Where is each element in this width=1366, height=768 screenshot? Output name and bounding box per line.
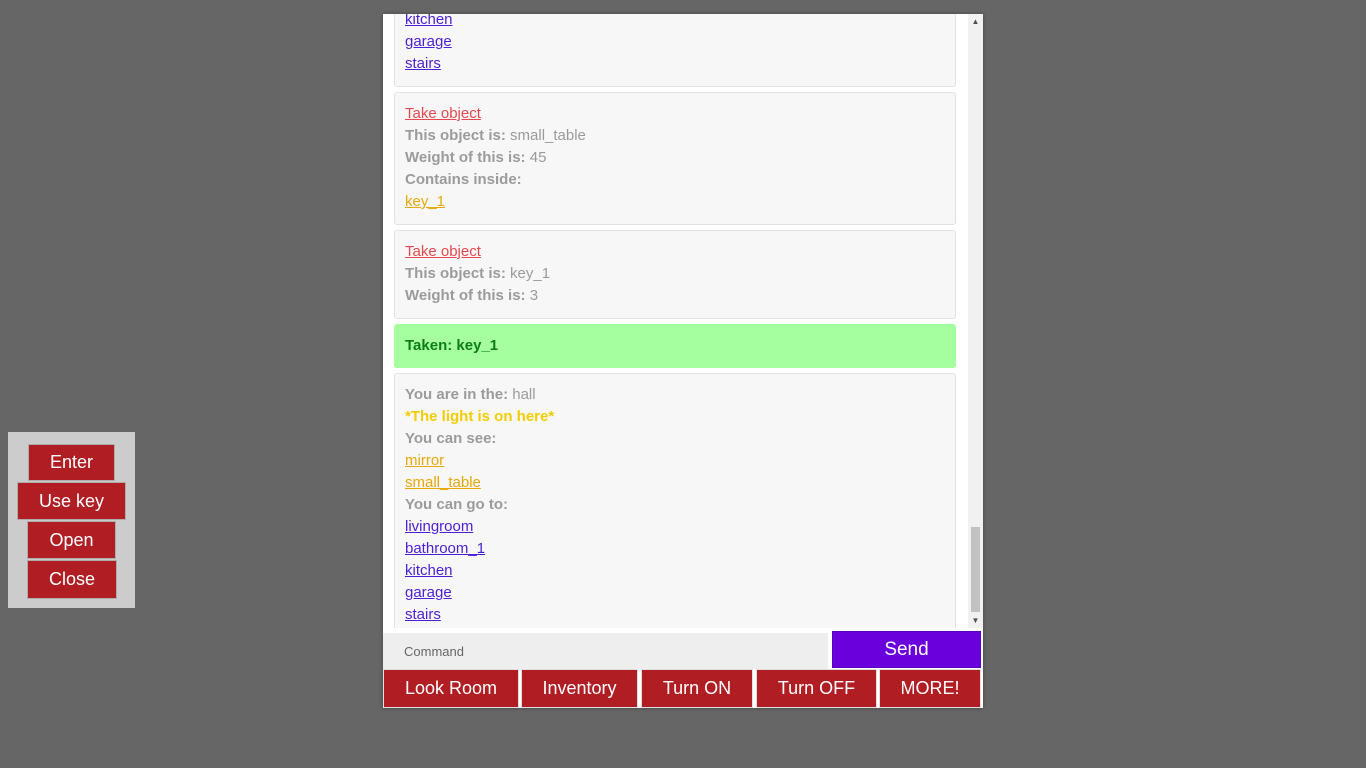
inventory-button[interactable]: Inventory: [522, 670, 637, 707]
exit-link-livingroom[interactable]: livingroom: [405, 518, 473, 535]
object-card-key-1: Take object This object is: key_1 Weight…: [394, 230, 956, 319]
exit-link-bathroom-1[interactable]: bathroom_1: [405, 540, 485, 557]
scroll-up-arrow-icon[interactable]: ▲: [968, 14, 983, 29]
object-link-mirror[interactable]: mirror: [405, 452, 444, 469]
object-label: This object is:: [405, 265, 506, 282]
weight-value: 45: [529, 149, 547, 166]
close-button[interactable]: Close: [28, 561, 116, 598]
object-card-small-table: Take object This object is: small_table …: [394, 92, 956, 225]
scroll-down-arrow-icon[interactable]: ▼: [968, 613, 983, 628]
look-room-button[interactable]: Look Room: [384, 670, 518, 707]
turn-off-button[interactable]: Turn OFF: [757, 670, 876, 707]
more-button[interactable]: MORE!: [880, 670, 980, 707]
turn-on-button[interactable]: Turn ON: [642, 670, 752, 707]
send-button[interactable]: Send: [832, 631, 981, 668]
go-label: You can go to:: [405, 496, 509, 513]
weight-value: 3: [529, 287, 539, 304]
taken-message: Taken: key_1: [394, 324, 956, 368]
scrollbar-thumb[interactable]: [971, 527, 980, 612]
use-key-button[interactable]: Use key: [18, 483, 125, 519]
side-action-panel: Enter Use key Open Close: [8, 432, 135, 608]
see-label: You can see:: [405, 430, 497, 447]
room-card-previous: kitchen garage stairs: [394, 14, 956, 87]
object-label: This object is:: [405, 127, 506, 144]
exit-link-stairs[interactable]: stairs: [405, 606, 441, 623]
object-link-small-table[interactable]: small_table: [405, 474, 481, 491]
weight-label: Weight of this is:: [405, 287, 526, 304]
command-input[interactable]: [383, 633, 828, 669]
contains-label: Contains inside:: [405, 171, 522, 188]
take-object-link[interactable]: Take object: [405, 243, 481, 260]
weight-label: Weight of this is:: [405, 149, 526, 166]
object-value: small_table: [510, 127, 586, 144]
exit-link-garage[interactable]: garage: [405, 584, 452, 601]
room-value: hall: [512, 386, 536, 403]
object-link-key-1[interactable]: key_1: [405, 193, 445, 210]
light-status: *The light is on here*: [405, 408, 555, 425]
room-label: You are in the:: [405, 386, 509, 403]
log-scrollbar[interactable]: ▲ ▼: [968, 14, 983, 628]
message-log-content: kitchen garage stairs Take object This o…: [394, 14, 956, 628]
object-value: key_1: [510, 265, 551, 282]
taken-text: Taken: key_1: [405, 337, 499, 354]
open-button[interactable]: Open: [28, 522, 115, 558]
message-log[interactable]: kitchen garage stairs Take object This o…: [383, 14, 967, 628]
exit-link-stairs[interactable]: stairs: [405, 55, 441, 72]
take-object-link[interactable]: Take object: [405, 105, 481, 122]
game-window: kitchen garage stairs Take object This o…: [383, 14, 983, 708]
enter-button[interactable]: Enter: [29, 445, 114, 480]
exit-link-kitchen[interactable]: kitchen: [405, 562, 453, 579]
exit-link-kitchen[interactable]: kitchen: [405, 14, 453, 28]
exit-link-garage[interactable]: garage: [405, 33, 452, 50]
room-card-current: You are in the: hall *The light is on he…: [394, 373, 956, 628]
